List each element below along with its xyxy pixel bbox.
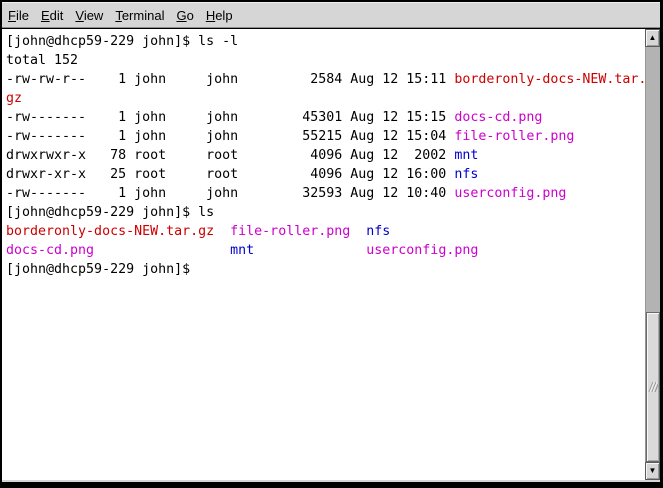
terminal-text-segment: docs-cd.png	[454, 110, 542, 125]
terminal-text-segment: mnt	[454, 148, 478, 163]
terminal-text-segment: total 152	[6, 53, 78, 68]
terminal-line: -rw------- 1 john john 45301 Aug 12 15:1…	[6, 108, 645, 127]
terminal-text-segment: userconfig.png	[366, 243, 478, 258]
terminal-output[interactable]: [john@dhcp59-229 john]$ ls -l total 152 -r…	[2, 29, 645, 480]
terminal-text-segment: borderonly-docs-NEW.tar.gz	[6, 224, 214, 239]
terminal-text-segment: [john@dhcp59-229 john]$ ls	[6, 205, 214, 220]
menu-edit[interactable]: Edit	[35, 4, 69, 27]
terminal-text-segment: -rw------- 1 john john 55215 Aug 12 15:0…	[6, 129, 454, 144]
terminal-text-segment: file-roller.png	[454, 129, 574, 144]
terminal-text-segment: nfs	[366, 224, 390, 239]
scrollbar-grip-icon	[648, 381, 658, 393]
terminal-text-segment: gz	[6, 91, 22, 106]
terminal-line: borderonly-docs-NEW.tar.gz file-roller.p…	[6, 222, 645, 241]
terminal-text-segment: drwxrwxr-x 78 root root 4096 Aug 12 2002	[6, 148, 454, 163]
terminal-text-segment: mnt	[230, 243, 254, 258]
terminal-line: [john@dhcp59-229 john]$	[6, 260, 645, 279]
terminal-text-segment: -rw------- 1 john john 32593 Aug 12 10:4…	[6, 186, 454, 201]
terminal-text-segment: -rw-rw-r-- 1 john john 2584 Aug 12 15:11	[6, 72, 454, 87]
terminal-text-segment: [john@dhcp59-229 john]$	[6, 262, 198, 277]
scroll-up-icon: ▲	[649, 34, 657, 42]
terminal-line: [john@dhcp59-229 john]$ ls	[6, 203, 645, 222]
terminal-line: drwxrwxr-x 78 root root 4096 Aug 12 2002…	[6, 146, 645, 165]
terminal-text-segment: [john@dhcp59-229 john]$ ls -l	[6, 34, 238, 49]
menu-go[interactable]: Go	[170, 4, 199, 27]
menu-file[interactable]: File	[2, 4, 35, 27]
terminal-window: File Edit View Terminal Go Help [john@dh…	[0, 0, 663, 488]
menu-terminal[interactable]: Terminal	[109, 4, 170, 27]
scroll-down-button[interactable]: ▼	[645, 462, 660, 480]
window-bottom-edge	[2, 480, 660, 482]
terminal-line: [john@dhcp59-229 john]$ ls -l	[6, 32, 645, 51]
terminal-line: docs-cd.png mnt userconfig.png	[6, 241, 645, 260]
terminal-line: gz	[6, 89, 645, 108]
terminal-text-segment	[254, 243, 366, 258]
scroll-up-button[interactable]: ▲	[645, 29, 660, 47]
terminal-text-segment: file-roller.png	[230, 224, 350, 239]
terminal-text-segment: borderonly-docs-NEW.tar.	[454, 72, 645, 87]
menu-help[interactable]: Help	[200, 4, 239, 27]
window-body: [john@dhcp59-229 john]$ ls -l total 152 -r…	[2, 29, 660, 480]
menu-bar: File Edit View Terminal Go Help	[2, 2, 660, 28]
terminal-text-segment: userconfig.png	[454, 186, 566, 201]
terminal-line: -rw------- 1 john john 32593 Aug 12 10:4…	[6, 184, 645, 203]
scrollbar[interactable]: ▲ ▼	[645, 29, 660, 480]
terminal-line: total 152	[6, 51, 645, 70]
menu-view[interactable]: View	[69, 4, 109, 27]
scrollbar-trough[interactable]	[645, 47, 660, 462]
scroll-down-icon: ▼	[649, 467, 657, 475]
terminal-text-segment: drwxr-xr-x 25 root root 4096 Aug 12 16:0…	[6, 167, 454, 182]
terminal-line: drwxr-xr-x 25 root root 4096 Aug 12 16:0…	[6, 165, 645, 184]
terminal-text-segment: -rw------- 1 john john 45301 Aug 12 15:1…	[6, 110, 454, 125]
terminal-text-segment: docs-cd.png	[6, 243, 94, 258]
scrollbar-thumb[interactable]	[646, 312, 660, 462]
terminal-text-segment	[350, 224, 366, 239]
terminal-line: -rw-rw-r-- 1 john john 2584 Aug 12 15:11…	[6, 70, 645, 89]
terminal-text-segment: nfs	[454, 167, 478, 182]
terminal-line: -rw------- 1 john john 55215 Aug 12 15:0…	[6, 127, 645, 146]
terminal-text-segment	[94, 243, 230, 258]
terminal-text-segment	[214, 224, 230, 239]
